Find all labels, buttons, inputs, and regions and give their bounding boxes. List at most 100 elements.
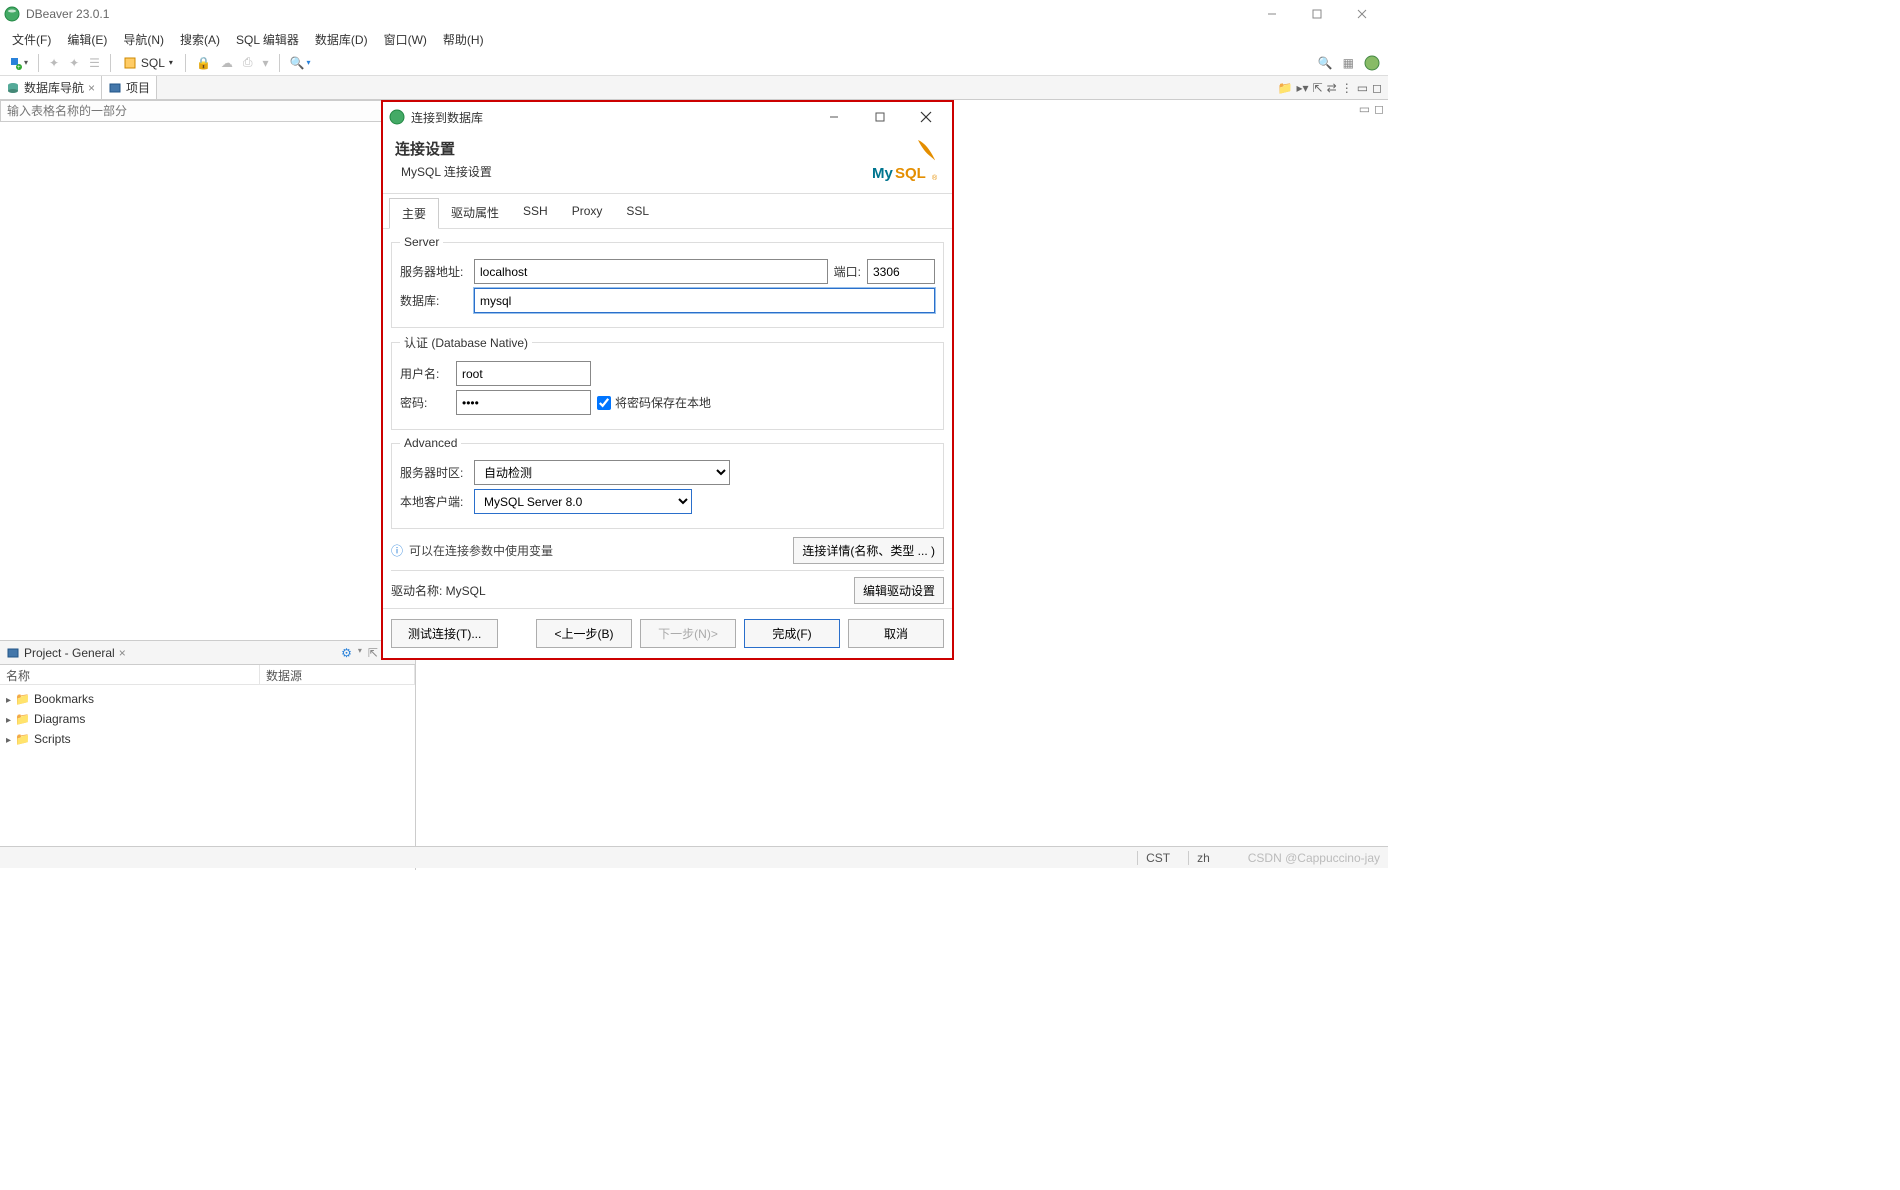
view-menu-icon[interactable]: ⋮: [1341, 81, 1353, 95]
dialog-minimize-button[interactable]: [814, 103, 854, 131]
mysql-logo: My SQL ®: [870, 138, 940, 183]
search-icon[interactable]: 🔍: [1314, 54, 1337, 72]
sql-editor-button[interactable]: SQL ▾: [117, 54, 179, 72]
tab-database-navigator[interactable]: 数据库导航: [0, 76, 102, 99]
close-icon[interactable]: [119, 646, 126, 660]
minimize-editor-icon[interactable]: ▭: [1359, 102, 1370, 116]
menu-help[interactable]: 帮助(H): [435, 29, 492, 50]
dialog-title: 连接到数据库: [411, 109, 808, 126]
sql-label: SQL: [141, 56, 165, 70]
port-input[interactable]: [867, 259, 935, 284]
save-password-checkbox[interactable]: 将密码保存在本地: [597, 394, 711, 411]
watermark: CSDN @Cappuccino-jay: [1248, 851, 1380, 865]
dialog-maximize-button[interactable]: [860, 103, 900, 131]
status-lang: zh: [1188, 851, 1218, 865]
commit-dropdown[interactable]: ▾: [259, 54, 273, 72]
panel-title: Project - General: [24, 646, 115, 660]
settings-icon[interactable]: ⚙: [341, 646, 352, 660]
tab-main[interactable]: 主要: [389, 198, 439, 229]
toolbar-btn-2[interactable]: ✦: [65, 54, 83, 72]
auth-legend: 认证 (Database Native): [400, 334, 532, 351]
dialog-close-button[interactable]: [906, 103, 946, 131]
edit-driver-button[interactable]: 编辑驱动设置: [854, 577, 944, 604]
tab-proxy[interactable]: Proxy: [560, 198, 615, 228]
menu-search[interactable]: 搜索(A): [172, 29, 228, 50]
menu-window[interactable]: 窗口(W): [376, 29, 435, 50]
svg-text:My: My: [872, 165, 893, 182]
tab-label: 项目: [126, 79, 150, 96]
finish-button[interactable]: 完成(F): [744, 619, 840, 648]
minimize-view-icon[interactable]: ▭: [1357, 81, 1368, 95]
col-datasource[interactable]: 数据源: [260, 665, 415, 684]
close-icon[interactable]: [88, 81, 95, 95]
maximize-button[interactable]: [1294, 0, 1339, 28]
menu-database[interactable]: 数据库(D): [307, 29, 376, 50]
back-button[interactable]: <上一步(B): [536, 619, 632, 648]
project-panel-header: Project - General ⚙ ▾ ⇱ + ⋮: [0, 641, 415, 665]
dbeaver-perspective-icon[interactable]: [1360, 53, 1384, 73]
folder-icon: 📁: [15, 692, 30, 706]
local-client-label: 本地客户端:: [400, 493, 468, 510]
username-label: 用户名:: [400, 365, 450, 382]
search-dropdown[interactable]: 🔍▾: [286, 54, 315, 72]
username-input[interactable]: [456, 361, 591, 386]
tab-projects[interactable]: 项目: [102, 76, 157, 99]
print-icon[interactable]: ⎙: [239, 53, 257, 72]
connection-details-button[interactable]: 连接详情(名称、类型 ... ): [793, 537, 944, 564]
cancel-button[interactable]: 取消: [848, 619, 944, 648]
local-client-select[interactable]: MySQL Server 8.0: [474, 489, 692, 514]
settings-dropdown[interactable]: ▾: [358, 646, 362, 660]
info-icon: ⓘ: [391, 542, 403, 559]
folder-icon: 📁: [15, 712, 30, 726]
close-button[interactable]: [1339, 0, 1384, 28]
menu-navigate[interactable]: 导航(N): [115, 29, 172, 50]
col-name[interactable]: 名称: [0, 665, 260, 684]
menu-edit[interactable]: 编辑(E): [59, 29, 115, 50]
tab-ssh[interactable]: SSH: [511, 198, 560, 228]
driver-name-label: 驱动名称: MySQL: [391, 582, 486, 599]
password-label: 密码:: [400, 394, 450, 411]
menu-sql-editor[interactable]: SQL 编辑器: [228, 29, 307, 50]
filter-icon[interactable]: ▸▾: [1297, 81, 1309, 95]
toolbar-btn-3[interactable]: ☰: [85, 54, 104, 72]
statusbar: CST zh CSDN @Cappuccino-jay: [0, 846, 1388, 868]
project-node-diagrams[interactable]: 📁Diagrams: [6, 709, 409, 729]
database-icon: [6, 81, 20, 95]
perspective-icon[interactable]: ▦: [1339, 54, 1358, 72]
lock-icon[interactable]: 🔒: [192, 54, 215, 72]
toolbar-btn-1[interactable]: ✦: [45, 54, 63, 72]
maximize-view-icon[interactable]: ◻: [1372, 81, 1382, 95]
save-password-check[interactable]: [597, 396, 611, 410]
dialog-titlebar[interactable]: 连接到数据库: [383, 102, 952, 132]
tab-driver-properties[interactable]: 驱动属性: [439, 198, 511, 228]
database-label: 数据库:: [400, 292, 468, 309]
cloud-icon[interactable]: ☁: [217, 54, 237, 72]
password-input[interactable]: [456, 390, 591, 415]
window-title: DBeaver 23.0.1: [26, 7, 1249, 21]
minimize-button[interactable]: [1249, 0, 1294, 28]
timezone-select[interactable]: 自动检测: [474, 460, 730, 485]
project-columns: 名称 数据源: [0, 665, 415, 685]
collapse-icon[interactable]: ⇱: [1313, 81, 1323, 95]
test-connection-button[interactable]: 测试连接(T)...: [391, 619, 498, 648]
host-label: 服务器地址:: [400, 263, 468, 280]
database-input[interactable]: [474, 288, 935, 313]
app-icon: [4, 6, 20, 22]
collapse-icon[interactable]: ⇱: [368, 646, 378, 660]
project-icon: [6, 646, 20, 660]
maximize-editor-icon[interactable]: ◻: [1374, 102, 1384, 116]
dialog-icon: [389, 109, 405, 125]
project-node-bookmarks[interactable]: 📁Bookmarks: [6, 689, 409, 709]
new-folder-icon[interactable]: 📁: [1278, 81, 1293, 95]
menubar: 文件(F) 编辑(E) 导航(N) 搜索(A) SQL 编辑器 数据库(D) 窗…: [0, 28, 1388, 50]
tab-label: 数据库导航: [24, 79, 84, 96]
new-connection-button[interactable]: +▾: [4, 54, 32, 72]
project-node-scripts[interactable]: 📁Scripts: [6, 729, 409, 749]
menu-file[interactable]: 文件(F): [4, 29, 59, 50]
navigator-filter-input[interactable]: [0, 100, 415, 122]
tab-ssl[interactable]: SSL: [614, 198, 661, 228]
next-button[interactable]: 下一步(N)>: [640, 619, 736, 648]
svg-text:®: ®: [932, 174, 938, 182]
link-icon[interactable]: ⇄: [1327, 81, 1337, 95]
host-input[interactable]: [474, 259, 828, 284]
